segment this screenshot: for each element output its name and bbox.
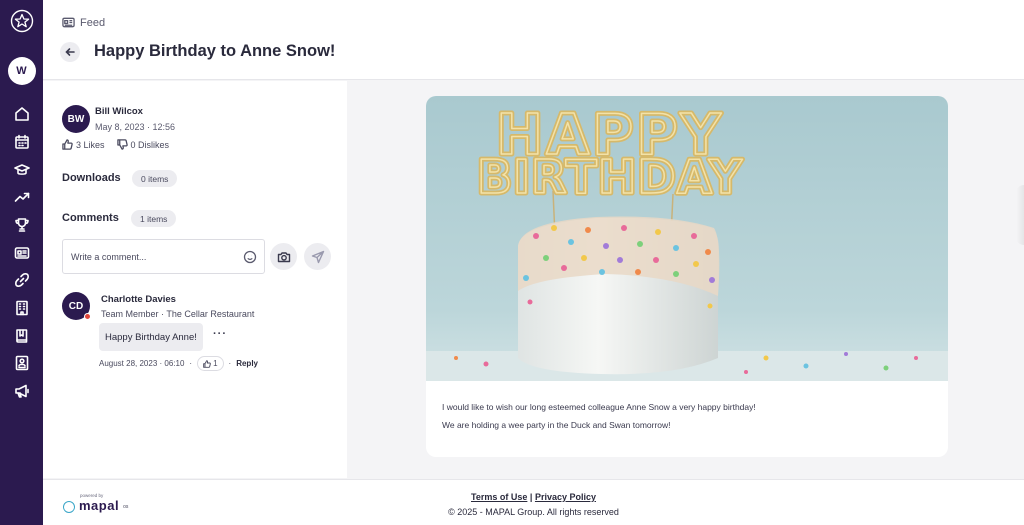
comment-text: Happy Birthday Anne! (99, 323, 203, 351)
downloads-count-badge: 0 items (132, 170, 178, 187)
author-name[interactable]: Bill Wilcox (95, 106, 143, 117)
arrow-left-icon (65, 48, 75, 56)
comment-meta: August 28, 2023 · 06:10 · 1 · Reply (99, 356, 258, 371)
post-body: I would like to wish our long esteemed c… (442, 402, 756, 438)
page-title: Happy Birthday to Anne Snow! (94, 42, 336, 60)
privacy-policy-link[interactable]: Privacy Policy (535, 492, 596, 502)
feed-icon[interactable] (12, 243, 32, 261)
author-avatar[interactable]: BW (62, 105, 90, 133)
comments-heading: Comments (62, 212, 119, 224)
comment-input-box[interactable] (62, 239, 265, 274)
scroll-edge (1016, 185, 1024, 245)
home-icon[interactable] (12, 105, 32, 123)
meta-separator: · (189, 359, 193, 368)
megaphone-icon[interactable] (12, 382, 32, 400)
send-icon (311, 250, 324, 263)
calendar-icon[interactable] (12, 133, 32, 151)
post-card: HAPPY HAPPY BIRTHDAY BIRTHDAY I would li… (426, 96, 948, 457)
emoji-icon[interactable] (243, 250, 257, 264)
thumbs-up-icon (62, 139, 73, 150)
comments-count-badge: 1 items (131, 210, 177, 227)
trophy-icon[interactable] (12, 216, 32, 234)
meta-separator: · (228, 359, 232, 368)
post-body-line: We are holding a wee party in the Duck a… (442, 420, 671, 430)
sidebar: W (0, 0, 43, 525)
comment-like-button[interactable]: 1 (197, 356, 224, 371)
post-details-panel: BW Bill Wilcox May 8, 2023 · 12:56 3 Lik… (43, 81, 347, 478)
like-button[interactable]: 3 Likes (62, 139, 105, 150)
reply-button[interactable]: Reply (236, 359, 258, 368)
comment-input[interactable] (71, 251, 231, 262)
thumbs-up-icon (203, 359, 211, 368)
dislikes-count: 0 Dislikes (130, 139, 170, 150)
terms-of-use-link[interactable]: Terms of Use (471, 492, 527, 502)
breadcrumb-label[interactable]: Feed (80, 17, 105, 29)
page-header: Feed Happy Birthday to Anne Snow! (43, 0, 1024, 80)
post-reactions: 3 Likes 0 Dislikes (62, 139, 169, 150)
thumbs-down-icon (116, 139, 128, 150)
post-body-line: I would like to wish our long esteemed c… (442, 402, 756, 412)
post-date: May 8, 2023 · 12:56 (95, 122, 176, 132)
page-footer: powered by mapal os Terms of Use | Priva… (43, 479, 1024, 525)
attach-photo-button[interactable] (270, 243, 297, 270)
commenter-name[interactable]: Charlotte Davies (101, 294, 176, 305)
send-comment-button[interactable] (304, 243, 331, 270)
link-icon[interactable] (12, 271, 32, 289)
online-status-indicator (84, 313, 91, 320)
downloads-heading: Downloads (62, 172, 121, 184)
commenter-avatar[interactable]: CD (62, 292, 91, 320)
comment-more-options-button[interactable]: ··· (213, 328, 227, 340)
copyright: © 2025 - MAPAL Group. All rights reserve… (448, 507, 619, 517)
learning-icon[interactable] (12, 160, 32, 178)
dislike-button[interactable]: 0 Dislikes (116, 139, 170, 150)
commenter-initials: CD (68, 300, 84, 312)
commenter-role: Team Member · The Cellar Restaurant (101, 309, 255, 319)
footer-links: Terms of Use | Privacy Policy (43, 492, 1024, 502)
birthday-cake-image[interactable]: HAPPY HAPPY BIRTHDAY BIRTHDAY (426, 96, 948, 381)
likes-count: 3 Likes (76, 139, 105, 150)
sidebar-nav (12, 105, 32, 400)
building-icon[interactable] (12, 299, 32, 317)
comment-like-count: 1 (213, 359, 218, 368)
footer-link-separator: | (529, 492, 533, 502)
directory-icon[interactable] (12, 354, 32, 372)
user-avatar[interactable]: W (7, 57, 36, 85)
back-button[interactable] (60, 42, 80, 62)
breadcrumb[interactable]: Feed (62, 16, 105, 29)
comment-timestamp: August 28, 2023 · 06:10 (99, 359, 185, 368)
birthday-balloon-highlight: BIRTHDAY (477, 150, 743, 204)
trending-icon[interactable] (12, 188, 32, 206)
camera-icon (277, 251, 290, 262)
feed-icon (62, 17, 75, 28)
book-icon[interactable] (12, 327, 32, 345)
star-logo-icon[interactable] (10, 9, 34, 33)
